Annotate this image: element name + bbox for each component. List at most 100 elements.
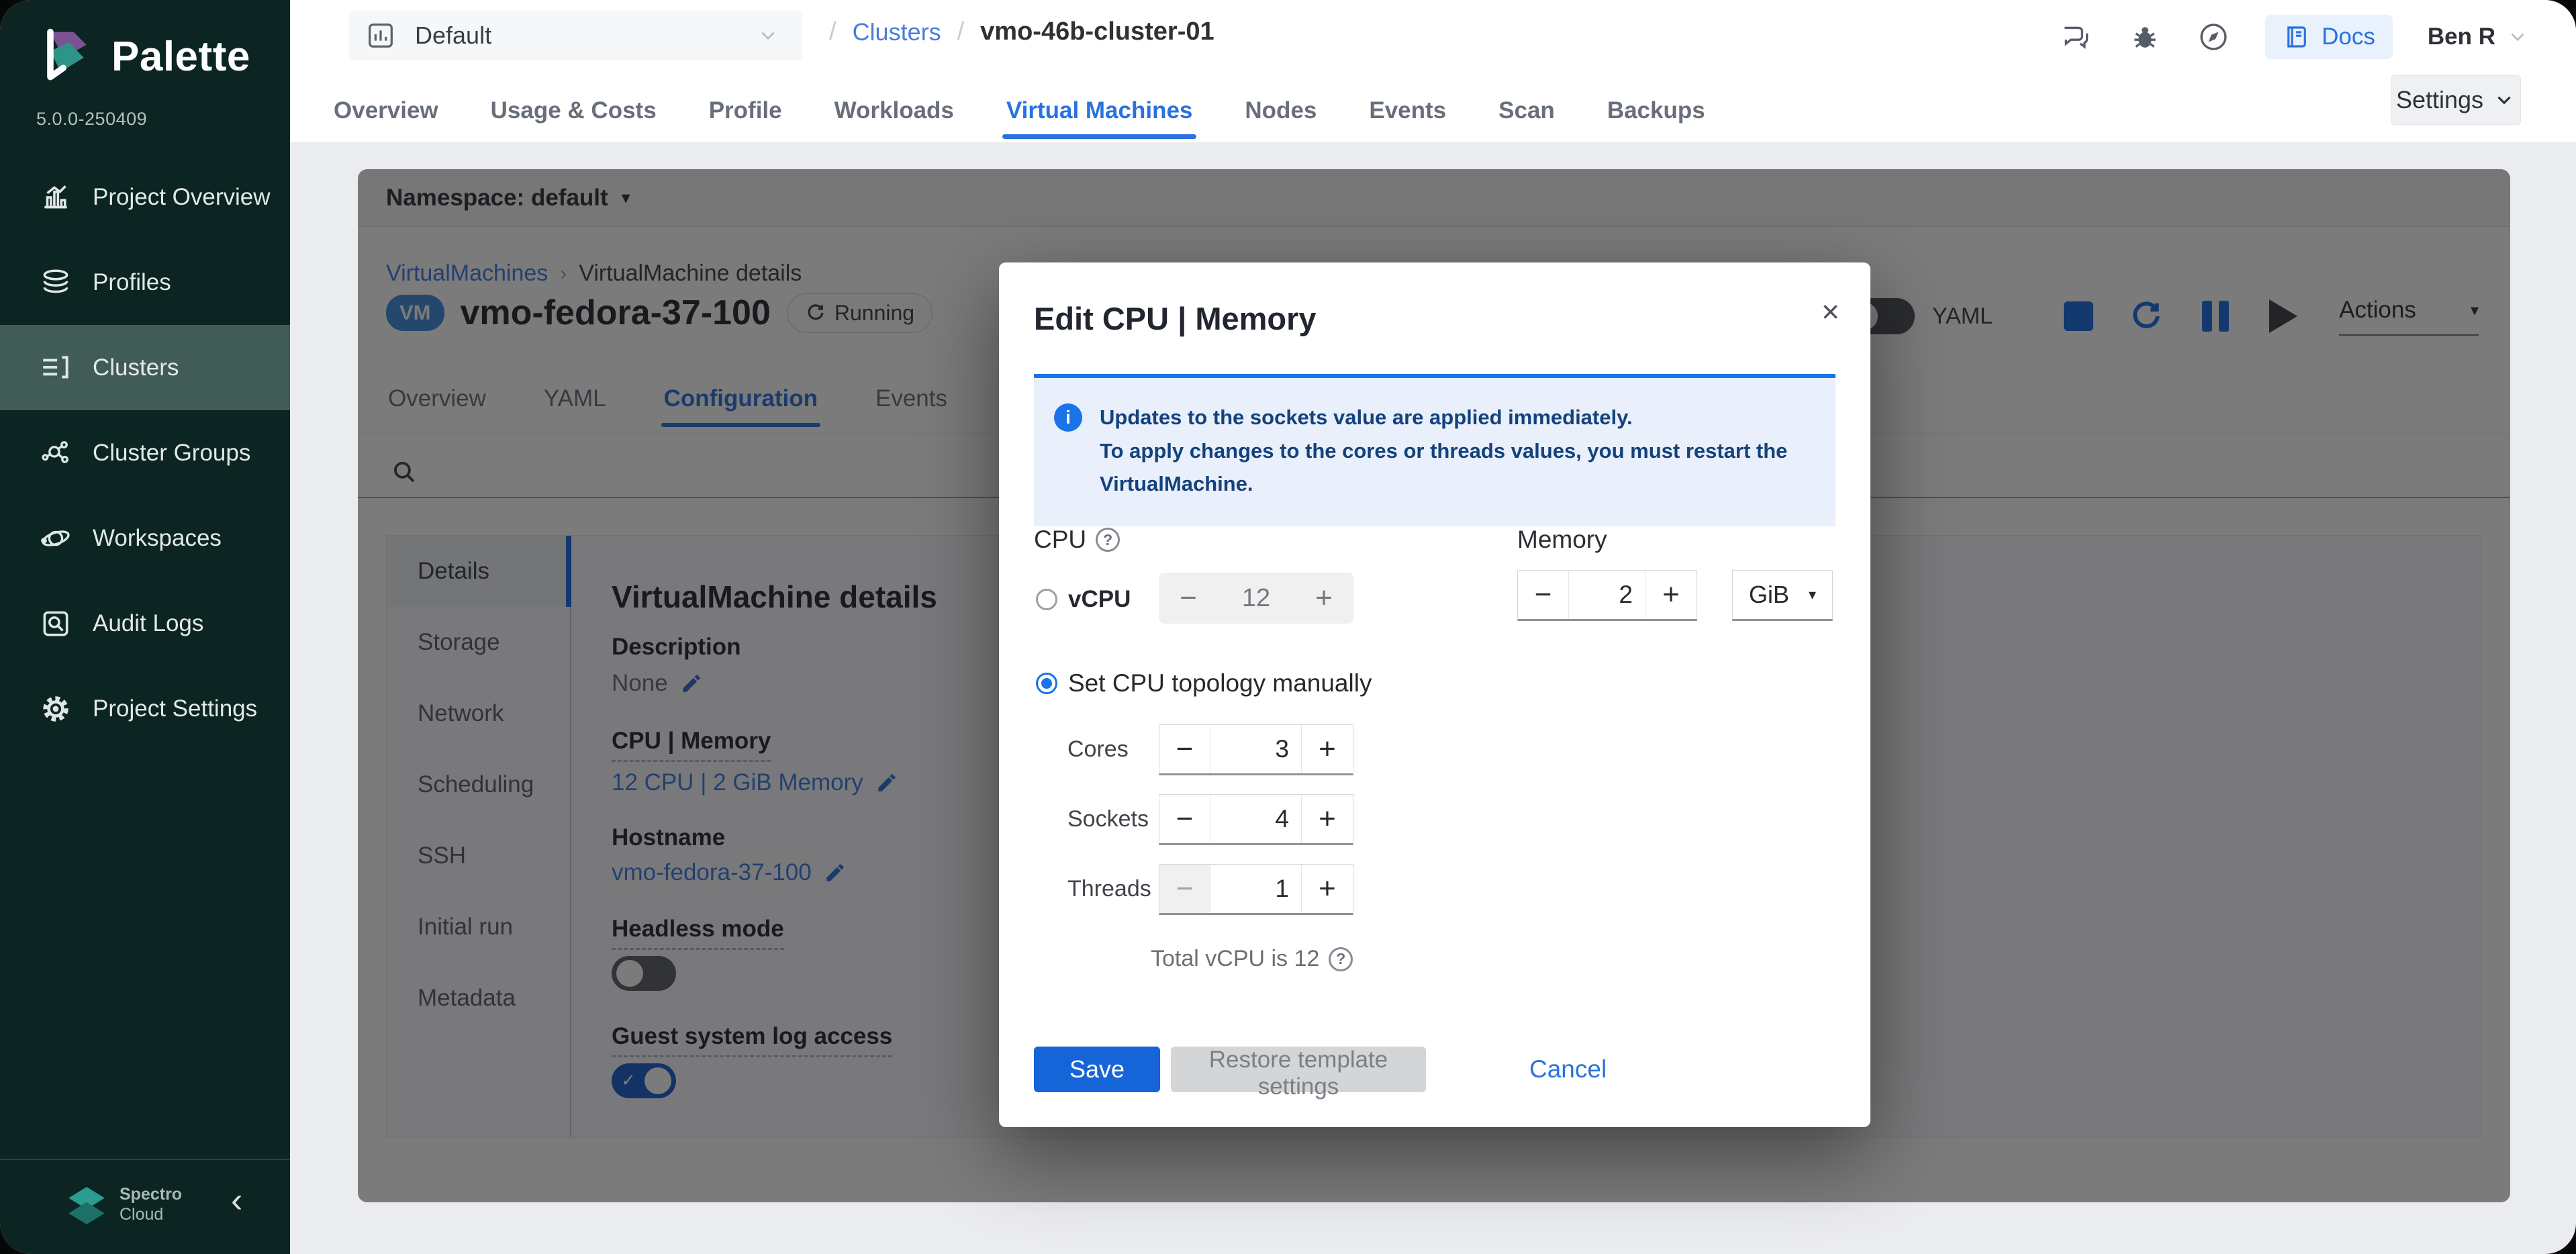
vcpu-decrement-button[interactable]: − (1159, 573, 1218, 624)
tab-overview[interactable]: Overview (334, 97, 438, 127)
sidebar-item-workspaces[interactable]: Workspaces (0, 495, 290, 581)
topology-radio[interactable] (1036, 673, 1057, 694)
audit-log-icon (39, 607, 73, 640)
close-icon[interactable]: × (1821, 296, 1840, 327)
spectro-cloud-logo-icon (64, 1183, 109, 1230)
total-vcpu-row: Total vCPU is 12 ? (1151, 946, 1353, 972)
tab-profile[interactable]: Profile (709, 97, 782, 127)
tab-virtual-machines[interactable]: Virtual Machines (1006, 97, 1193, 127)
orbit-icon (39, 522, 73, 555)
palette-logo: Palette (35, 26, 250, 87)
project-selector-value: Default (415, 21, 757, 50)
brand-name: Palette (111, 33, 250, 81)
sidebar-item-label: Audit Logs (93, 610, 203, 637)
chevron-down-icon (2493, 89, 2516, 111)
compass-icon[interactable] (2197, 20, 2230, 54)
sockets-value[interactable]: 4 (1210, 795, 1302, 843)
vcpu-increment-button[interactable]: + (1294, 573, 1353, 624)
sidebar-item-audit-logs[interactable]: Audit Logs (0, 581, 290, 666)
network-nodes-icon (39, 436, 73, 470)
gear-icon (39, 692, 73, 726)
memory-increment-button[interactable]: + (1645, 571, 1697, 619)
cores-label: Cores (1067, 736, 1129, 763)
info-alert: i Updates to the sockets value are appli… (1034, 374, 1835, 526)
cores-value[interactable]: 3 (1210, 725, 1302, 773)
sidebar-item-label: Project Settings (93, 695, 257, 722)
cores-decrement-button[interactable]: − (1159, 725, 1210, 773)
sidebar-item-label: Project Overview (93, 184, 271, 211)
slash-separator: / (957, 17, 965, 46)
user-name: Ben R (2428, 23, 2495, 50)
total-vcpu-text: Total vCPU is 12 (1151, 946, 1319, 972)
docs-label: Docs (2322, 23, 2375, 50)
tab-workloads[interactable]: Workloads (834, 97, 954, 127)
project-chart-icon (365, 20, 396, 51)
vcpu-label: vCPU (1068, 586, 1131, 613)
threads-value[interactable]: 1 (1210, 865, 1302, 913)
tab-backups[interactable]: Backups (1607, 97, 1705, 127)
sidebar: Palette 5.0.0-250409 Project Overview Pr… (0, 0, 290, 1254)
restore-template-button[interactable]: Restore template settings (1171, 1047, 1426, 1092)
settings-button[interactable]: Settings (2391, 75, 2521, 125)
app-window: Palette 5.0.0-250409 Project Overview Pr… (0, 0, 2576, 1254)
memory-value[interactable]: 2 (1569, 571, 1645, 619)
sidebar-menu: Project Overview Profiles Clusters Clust… (0, 154, 290, 751)
header-icons: Docs Ben R (2060, 15, 2529, 59)
docs-button[interactable]: Docs (2265, 15, 2393, 59)
cores-stepper: − 3 + (1159, 724, 1353, 775)
chevron-down-icon (757, 24, 779, 47)
cluster-tabs: Overview Usage & Costs Profile Workloads… (334, 86, 1705, 138)
question-icon[interactable]: ? (1329, 947, 1353, 971)
modal-title: Edit CPU | Memory (1034, 300, 1317, 337)
sidebar-item-label: Workspaces (93, 525, 222, 552)
sockets-increment-button[interactable]: + (1302, 795, 1353, 843)
question-icon[interactable]: ? (1096, 528, 1120, 552)
info-icon: i (1054, 403, 1082, 432)
clusters-list-icon (39, 351, 73, 385)
chat-icon[interactable] (2060, 20, 2093, 54)
memory-unit-value: GiB (1749, 581, 1789, 609)
topology-radio-row: Set CPU topology manually (1036, 669, 1372, 697)
sidebar-item-label: Clusters (93, 354, 179, 381)
breadcrumb-current: vmo-46b-cluster-01 (980, 17, 1214, 46)
vcpu-radio[interactable] (1036, 589, 1057, 610)
save-button[interactable]: Save (1034, 1047, 1160, 1092)
tab-scan[interactable]: Scan (1498, 97, 1555, 127)
memory-section-label: Memory (1517, 526, 1607, 554)
edit-cpu-memory-modal: Edit CPU | Memory × i Updates to the soc… (999, 262, 1870, 1127)
cores-increment-button[interactable]: + (1302, 725, 1353, 773)
memory-decrement-button[interactable]: − (1518, 571, 1569, 619)
sidebar-item-label: Profiles (93, 269, 171, 296)
vcpu-value: 12 (1218, 573, 1294, 624)
topology-label[interactable]: Set CPU topology manually (1068, 669, 1372, 697)
sidebar-item-cluster-groups[interactable]: Cluster Groups (0, 410, 290, 495)
chevron-down-icon (2506, 26, 2529, 48)
sidebar-item-clusters[interactable]: Clusters (0, 325, 290, 410)
tab-nodes[interactable]: Nodes (1245, 97, 1317, 127)
layers-icon (39, 266, 73, 299)
bug-icon[interactable] (2128, 20, 2162, 54)
sidebar-item-project-overview[interactable]: Project Overview (0, 154, 290, 240)
sidebar-item-profiles[interactable]: Profiles (0, 240, 290, 325)
caret-down-icon: ▾ (1809, 586, 1816, 604)
sidebar-footer: Spectro Cloud ‹ (0, 1159, 290, 1254)
breadcrumb: / Clusters / vmo-46b-cluster-01 (829, 17, 1214, 46)
sockets-label: Sockets (1067, 806, 1149, 832)
app-version: 5.0.0-250409 (36, 109, 147, 130)
threads-label: Threads (1067, 876, 1151, 902)
memory-unit-select[interactable]: GiB ▾ (1732, 570, 1833, 621)
user-menu[interactable]: Ben R (2428, 23, 2529, 50)
bar-chart-icon (39, 181, 73, 214)
book-icon (2283, 23, 2311, 51)
tab-usage-costs[interactable]: Usage & Costs (491, 97, 657, 127)
sidebar-item-project-settings[interactable]: Project Settings (0, 666, 290, 751)
breadcrumb-clusters-link[interactable]: Clusters (853, 18, 941, 46)
sidebar-collapse-icon[interactable]: ‹ (231, 1180, 242, 1220)
cancel-button[interactable]: Cancel (1529, 1047, 1607, 1092)
threads-increment-button[interactable]: + (1302, 865, 1353, 913)
project-selector[interactable]: Default (349, 11, 802, 60)
threads-decrement-button[interactable]: − (1159, 865, 1210, 913)
sockets-decrement-button[interactable]: − (1159, 795, 1210, 843)
tab-events[interactable]: Events (1369, 97, 1446, 127)
top-header: Default / Clusters / vmo-46b-cluster-01 … (290, 0, 2576, 142)
